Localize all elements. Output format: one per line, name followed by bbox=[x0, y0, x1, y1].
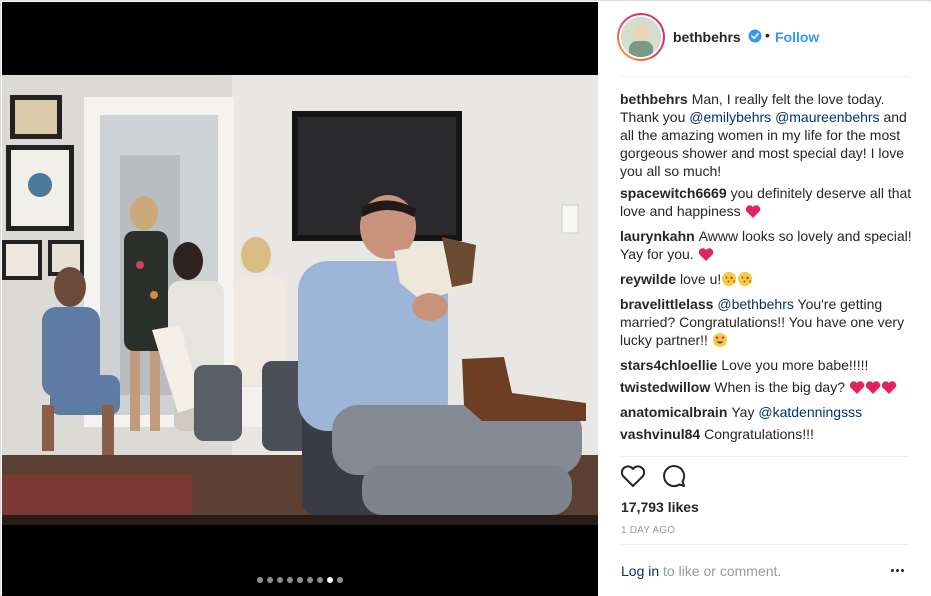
carousel-dot[interactable] bbox=[277, 577, 283, 583]
caption-username[interactable]: bethbehrs bbox=[620, 91, 688, 107]
carousel-dot[interactable] bbox=[307, 577, 313, 583]
caption: bethbehrs Man, I really felt the love tod… bbox=[620, 91, 907, 179]
kiss-face-emoji-icon bbox=[737, 271, 753, 291]
comment-username[interactable]: spacewitch6669 bbox=[620, 185, 727, 201]
footer-divider bbox=[620, 544, 909, 545]
comment-username[interactable]: stars4chloellie bbox=[620, 357, 717, 373]
comment-item: twistedwillow When is the big day? bbox=[620, 378, 912, 399]
comment-item: anatomicalbrain Yay @katdenningsss bbox=[620, 404, 863, 420]
login-prompt: Log in to like or comment. bbox=[621, 563, 781, 579]
comment-username[interactable]: anatomicalbrain bbox=[620, 404, 727, 420]
post-date[interactable]: 1 DAY AGO bbox=[621, 525, 675, 536]
red-heart-emoji-icon bbox=[849, 380, 865, 399]
comment-item: bravelittlelass @bethbehrs You're getting… bbox=[620, 295, 912, 352]
comment-item: vashvinul84 Congratulations!!! bbox=[620, 426, 814, 442]
red-heart-emoji-icon bbox=[698, 247, 714, 266]
post-photo[interactable] bbox=[2, 75, 598, 525]
heart-eyes-emoji-icon bbox=[712, 332, 728, 352]
comment-item: stars4chloellie Love you more babe!!!!! bbox=[620, 357, 869, 373]
login-suffix: to like or comment. bbox=[659, 563, 782, 579]
mention-link[interactable]: @emilybehrs bbox=[689, 109, 771, 125]
login-link[interactable]: Log in bbox=[621, 563, 659, 579]
mention-link[interactable]: @maureenbehrs bbox=[775, 109, 880, 125]
comment-username[interactable]: vashvinul84 bbox=[620, 426, 700, 442]
heart-outline-icon[interactable] bbox=[620, 464, 646, 494]
carousel-dot[interactable] bbox=[337, 577, 343, 583]
mention-link[interactable]: @katdenningsss bbox=[758, 404, 862, 420]
post-side-panel: bethbehrs • Follow bethbehrs Man, I reall… bbox=[598, 2, 931, 596]
header-username[interactable]: bethbehrs bbox=[673, 29, 741, 45]
comment-item: spacewitch6669 you definitely deserve all… bbox=[620, 184, 912, 223]
kiss-face-emoji-icon bbox=[721, 271, 737, 291]
comment-username[interactable]: bravelittlelass bbox=[620, 296, 713, 312]
carousel-dot[interactable] bbox=[267, 577, 273, 583]
red-heart-emoji-icon bbox=[745, 204, 761, 223]
carousel-indicator[interactable] bbox=[2, 577, 598, 583]
verified-badge-icon bbox=[748, 29, 762, 43]
likes-count[interactable]: 17,793 likes bbox=[621, 499, 699, 515]
story-ring[interactable] bbox=[617, 13, 665, 61]
comment-item: reywilde love u! bbox=[620, 270, 912, 291]
comment-item: laurynkahn Awww looks so lovely and speci… bbox=[620, 227, 912, 266]
red-heart-emoji-icon bbox=[881, 380, 897, 399]
action-bar bbox=[620, 464, 686, 494]
comment-username[interactable]: laurynkahn bbox=[620, 228, 695, 244]
carousel-dot[interactable] bbox=[287, 577, 293, 583]
speech-bubble-icon[interactable] bbox=[662, 464, 686, 494]
comments-list[interactable]: bethbehrs Man, I really felt the love tod… bbox=[620, 90, 912, 455]
instagram-post-modal: bethbehrs • Follow bethbehrs Man, I reall… bbox=[0, 0, 931, 596]
post-header: bethbehrs • Follow bbox=[598, 2, 931, 76]
comment-username[interactable]: twistedwillow bbox=[620, 379, 710, 395]
carousel-dot[interactable] bbox=[297, 577, 303, 583]
comments-divider bbox=[620, 456, 909, 457]
carousel-dot[interactable] bbox=[257, 577, 263, 583]
carousel-dot[interactable] bbox=[317, 577, 323, 583]
ellipsis-icon[interactable] bbox=[891, 562, 911, 578]
header-separator: • bbox=[765, 27, 770, 43]
mention-link[interactable]: @bethbehrs bbox=[717, 296, 793, 312]
follow-button[interactable]: Follow bbox=[775, 29, 819, 45]
carousel-dot[interactable] bbox=[327, 577, 333, 583]
post-media[interactable] bbox=[2, 2, 598, 596]
comment-username[interactable]: reywilde bbox=[620, 271, 676, 287]
red-heart-emoji-icon bbox=[865, 380, 881, 399]
avatar[interactable] bbox=[621, 17, 661, 57]
header-divider bbox=[620, 76, 909, 77]
